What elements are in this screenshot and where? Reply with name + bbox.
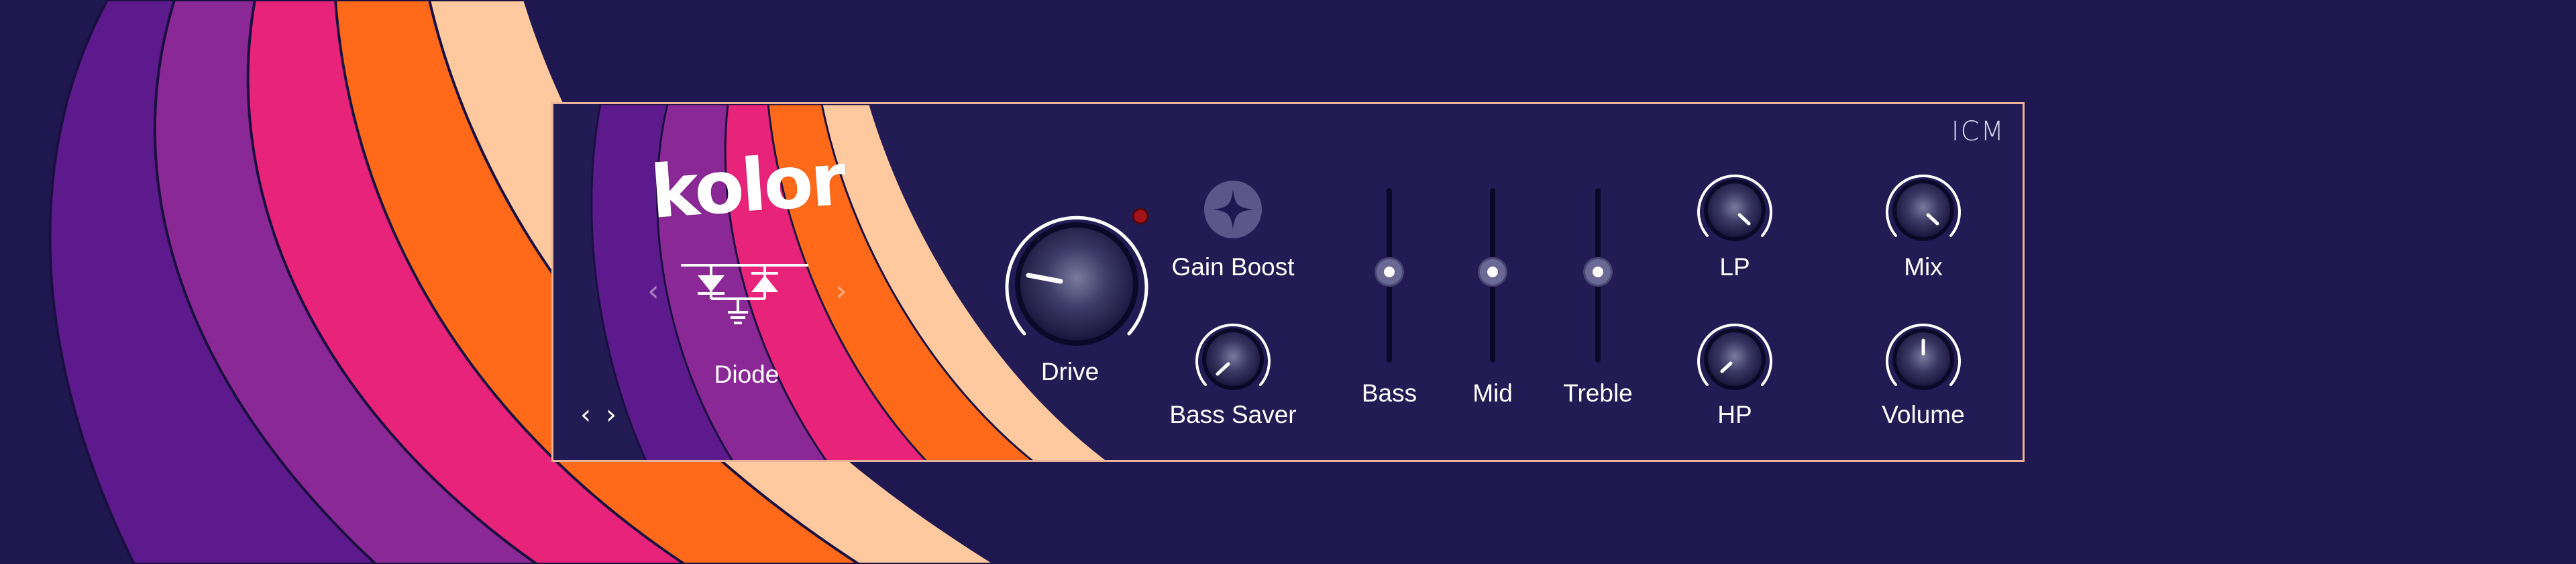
mode-next-chevron-right-icon[interactable]: ›: [835, 274, 847, 308]
kolor-logo: kolor: [647, 138, 847, 235]
drive-knob[interactable]: [996, 205, 1157, 366]
brand-label: ICM: [1951, 116, 2005, 147]
led-indicator: [1132, 207, 1149, 225]
plugin-stage: ICM kolor ‹ › Diode ‹ › Drive Gain Boost…: [0, 0, 2576, 564]
hp-label: HP: [1717, 401, 1752, 428]
mode-label: Diode: [714, 361, 780, 388]
mode-prev-chevron-left-icon[interactable]: ‹: [647, 274, 659, 308]
lp-label: LP: [1719, 253, 1750, 281]
hp-knob[interactable]: [1693, 318, 1777, 402]
bass-label: Bass: [1361, 379, 1417, 407]
bass-slider-thumb[interactable]: [1373, 255, 1406, 289]
gain-boost-sparkle-icon[interactable]: [1203, 179, 1263, 240]
bass-saver-knob[interactable]: [1191, 318, 1275, 402]
volume-label: Volume: [1882, 401, 1965, 428]
drive-label: Drive: [1040, 358, 1099, 385]
mix-label: Mix: [1904, 253, 1943, 281]
plugin-panel: ICM kolor ‹ › Diode ‹ › Drive Gain Boost…: [551, 102, 2025, 462]
lp-knob[interactable]: [1693, 169, 1777, 253]
treble-label: Treble: [1563, 379, 1633, 407]
preset-next-button[interactable]: ›: [606, 399, 616, 430]
preset-prev-button[interactable]: ‹: [580, 399, 591, 430]
volume-knob[interactable]: [1881, 318, 1966, 402]
gain-boost-label: Gain Boost: [1171, 253, 1295, 281]
mid-label: Mid: [1472, 379, 1513, 407]
bass-saver-label: Bass Saver: [1169, 401, 1297, 428]
mix-knob[interactable]: [1881, 169, 1966, 253]
diode-circuit-icon[interactable]: [681, 258, 808, 332]
mid-slider-thumb[interactable]: [1476, 255, 1509, 289]
treble-slider-thumb[interactable]: [1581, 255, 1615, 289]
